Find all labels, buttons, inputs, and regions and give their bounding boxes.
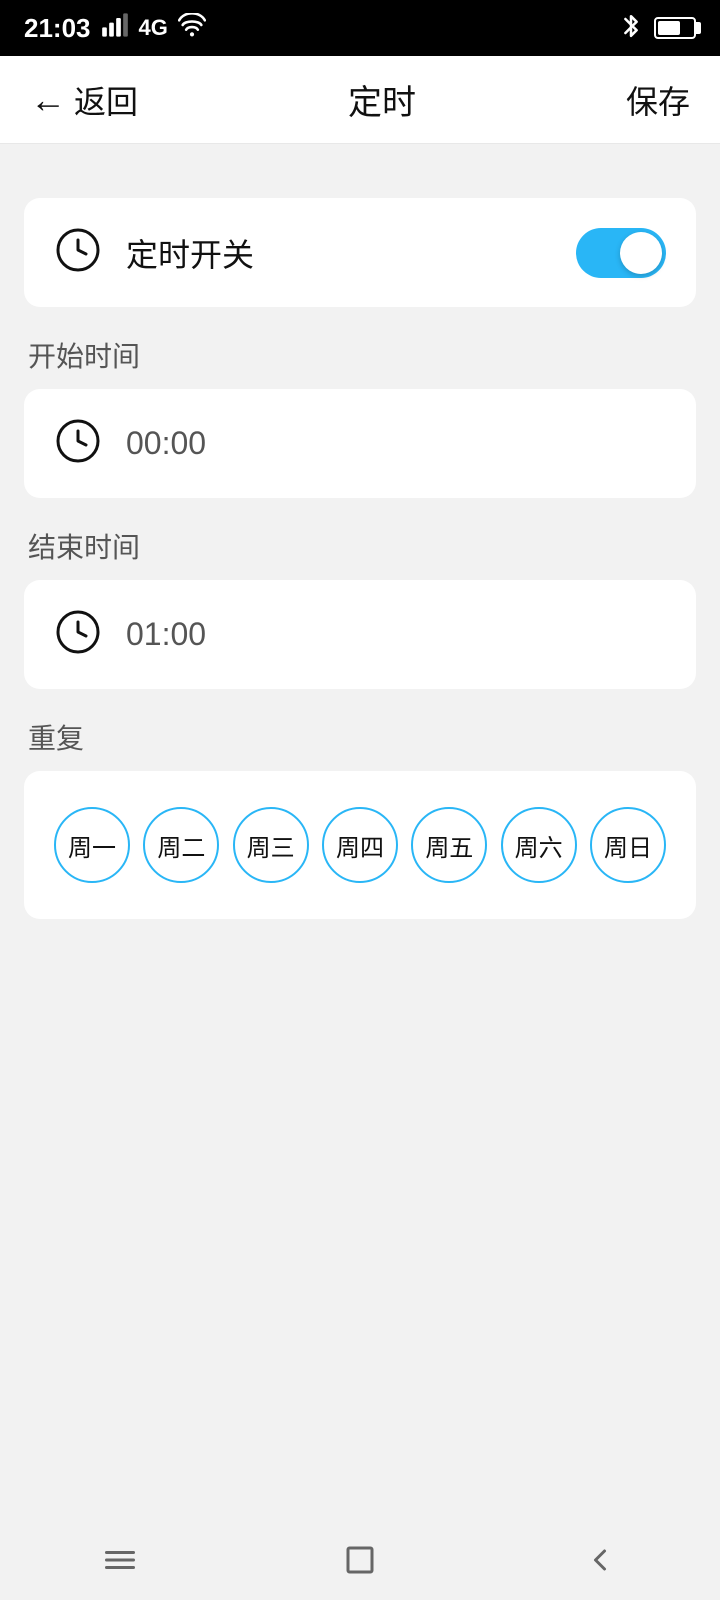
end-time-card[interactable]: 01:00 xyxy=(24,580,696,689)
repeat-section: 重复 周一周二周三周四周五周六周日 xyxy=(24,717,696,919)
top-nav: ← 返回 定时 保存 xyxy=(0,56,720,144)
status-time: 21:03 xyxy=(24,13,91,44)
back-label: 返回 xyxy=(74,77,138,123)
day-button-1[interactable]: 周二 xyxy=(143,807,219,883)
day-button-3[interactable]: 周四 xyxy=(322,807,398,883)
bluetooth-icon xyxy=(620,12,642,45)
start-time-label: 开始时间 xyxy=(28,335,696,375)
timer-toggle-card: 定时开关 xyxy=(24,198,696,307)
wifi-icon xyxy=(178,13,206,44)
start-time-row: 00:00 xyxy=(54,389,666,498)
day-button-4[interactable]: 周五 xyxy=(411,807,487,883)
start-time-value: 00:00 xyxy=(126,425,206,462)
start-time-card[interactable]: 00:00 xyxy=(24,389,696,498)
back-button[interactable]: ← 返回 xyxy=(30,77,138,123)
status-left: 21:03 4G xyxy=(24,11,206,45)
status-bar: 21:03 4G xyxy=(0,0,720,56)
main-content: 定时开关 开始时间 00:00 结束时间 xyxy=(0,144,720,919)
toggle-left: 定时开关 xyxy=(54,226,254,279)
status-right xyxy=(620,12,696,45)
day-button-6[interactable]: 周日 xyxy=(590,807,666,883)
network-type: 4G xyxy=(139,15,168,41)
battery-icon xyxy=(654,17,696,39)
end-time-row: 01:00 xyxy=(54,580,666,689)
timer-toggle-switch[interactable] xyxy=(576,228,666,278)
days-row: 周一周二周三周四周五周六周日 xyxy=(54,807,666,883)
end-time-label: 结束时间 xyxy=(28,526,696,566)
save-button[interactable]: 保存 xyxy=(626,77,690,123)
day-button-0[interactable]: 周一 xyxy=(54,807,130,883)
menu-button[interactable] xyxy=(90,1530,150,1590)
timer-toggle-row: 定时开关 xyxy=(54,198,666,307)
end-clock-icon xyxy=(54,608,102,661)
start-clock-icon xyxy=(54,417,102,470)
days-card: 周一周二周三周四周五周六周日 xyxy=(24,771,696,919)
home-button[interactable] xyxy=(330,1530,390,1590)
signal-icon xyxy=(101,11,129,45)
back-arrow-icon: ← xyxy=(30,79,66,121)
bottom-nav xyxy=(0,1520,720,1600)
day-button-5[interactable]: 周六 xyxy=(501,807,577,883)
battery-fill xyxy=(658,21,680,35)
clock-icon xyxy=(54,226,102,279)
toggle-knob xyxy=(620,232,662,274)
end-time-value: 01:00 xyxy=(126,616,206,653)
back-nav-button[interactable] xyxy=(570,1530,630,1590)
repeat-label: 重复 xyxy=(28,717,696,757)
day-button-2[interactable]: 周三 xyxy=(233,807,309,883)
page-title: 定时 xyxy=(348,75,416,124)
timer-toggle-label: 定时开关 xyxy=(126,230,254,276)
